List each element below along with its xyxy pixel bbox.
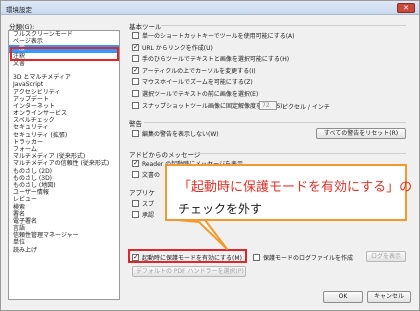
- reset-warnings-button[interactable]: すべての警告をリセット(R): [316, 128, 406, 139]
- category-item[interactable]: 注釈: [9, 53, 119, 60]
- splash-label: スプ: [142, 201, 155, 208]
- category-item[interactable]: インターネット: [9, 103, 119, 110]
- basic-tool-option-label: アーティクルの上でカーソルを変更する(I): [142, 68, 256, 75]
- basic-tool-option-label: URL からリンクを作成(U): [142, 45, 213, 52]
- default-pdf-handler-button[interactable]: デフォルトの PDF ハンドラーを選択(P): [132, 266, 246, 277]
- no-edit-warnings-label: 編集の警告を表示しない(W): [142, 131, 219, 138]
- resolution-unit-label: ピクセル / インチ: [282, 104, 330, 111]
- basic-tool-option-row[interactable]: URL からリンクを作成(U): [132, 43, 213, 52]
- protected-log-label: 保護モードのログファイルを作成: [263, 255, 354, 262]
- document-message-checkbox[interactable]: [132, 171, 139, 178]
- cancel-button[interactable]: キャンセル: [367, 291, 411, 303]
- category-item[interactable]: マルチメディアの信頼性 (従来形式): [9, 160, 119, 167]
- approval-checkbox[interactable]: [132, 211, 139, 218]
- category-item[interactable]: JavaScript: [9, 81, 119, 88]
- category-item[interactable]: 信頼性管理マネージャー: [9, 232, 119, 239]
- category-item[interactable]: セキュリティ: [9, 124, 119, 131]
- view-log-button[interactable]: ログを表示: [366, 251, 406, 262]
- document-message-checkbox-row[interactable]: 文書の: [132, 170, 160, 179]
- category-item[interactable]: レビュー: [9, 196, 119, 203]
- no-edit-warnings-checkbox[interactable]: [132, 130, 139, 137]
- basic-tool-option-label: マウスホイールでズームを可能にする(Z): [142, 79, 253, 86]
- categories-list[interactable]: フルスクリーンモード ページ表示 一般 注釈 文書 3D とマルチメディア JavaScri…: [8, 30, 120, 300]
- no-edit-warnings-checkbox-row[interactable]: 編集の警告を表示しない(W): [132, 129, 219, 138]
- splash-checkbox[interactable]: [132, 200, 139, 207]
- basic-tool-option-row[interactable]: 手のひらツールでテキストと画像を選択可能にする(H): [132, 54, 289, 63]
- category-item[interactable]: 単位: [9, 239, 119, 246]
- resolution-input[interactable]: 72: [259, 101, 277, 110]
- basic-tool-option-row[interactable]: マウスホイールでズームを可能にする(Z): [132, 77, 253, 86]
- basic-tool-option-checkbox[interactable]: [132, 78, 139, 85]
- basic-tool-option-label: 単一のショートカットキーでツールを使用可能にする(A): [142, 33, 295, 40]
- warnings-divider: [144, 122, 406, 123]
- category-item[interactable]: 文書: [9, 60, 119, 67]
- document-message-label: 文書の: [142, 172, 161, 179]
- category-item[interactable]: 一般: [9, 45, 119, 53]
- approval-checkbox-row[interactable]: 承認: [132, 210, 154, 219]
- category-item[interactable]: 署名: [9, 211, 119, 218]
- window-title: 環境設定: [6, 6, 32, 14]
- adobe-messages-group-title: アドビからのメッセージ: [129, 151, 201, 159]
- basic-tool-option-row[interactable]: 選択ツールでテキストの前に画像を選択(E): [132, 89, 258, 98]
- category-item[interactable]: ものさし (3D): [9, 175, 119, 182]
- close-icon[interactable]: ✕: [397, 3, 415, 13]
- basic-tool-option-checkbox[interactable]: [132, 55, 139, 62]
- basic-tool-option-checkbox[interactable]: [132, 66, 139, 74]
- basic-tool-option-label: 手のひらツールでテキストと画像を選択可能にする(H): [142, 56, 290, 63]
- category-item[interactable]: 3D とマルチメディア: [9, 74, 119, 81]
- basic-tool-option-checkbox[interactable]: [132, 43, 139, 51]
- category-item[interactable]: 検索: [9, 204, 119, 211]
- ok-button[interactable]: OK: [323, 291, 363, 303]
- basic-tool-option-row[interactable]: 単一のショートカットキーでツールを使用可能にする(A): [132, 31, 295, 40]
- protected-log-checkbox[interactable]: [253, 254, 260, 261]
- app-startup-group-title: アプリケ: [129, 189, 155, 197]
- category-item[interactable]: 電子署名: [9, 218, 119, 225]
- category-item[interactable]: 読み上げ: [9, 247, 119, 254]
- basic-tools-group-title: 基本ツール: [129, 23, 162, 31]
- category-item[interactable]: ものさし (2D): [9, 168, 119, 175]
- category-item[interactable]: アップデート: [9, 96, 119, 103]
- category-item[interactable]: アクセシビリティ: [9, 89, 119, 96]
- annotation-callout: 「起動時に保護モードを有効にする」の チェックを外す: [165, 164, 412, 221]
- category-item[interactable]: ページ表示: [9, 38, 119, 45]
- callout-line2: チェックを外す: [178, 202, 263, 216]
- basic-tools-divider: [161, 25, 406, 26]
- basic-tool-option-label: 選択ツールでテキストの前に画像を選択(E): [142, 91, 259, 98]
- basic-tool-option-checkbox[interactable]: [132, 102, 139, 109]
- protected-log-checkbox-row[interactable]: 保護モードのログファイルを作成: [253, 253, 353, 262]
- basic-tool-option-checkbox[interactable]: [132, 90, 139, 97]
- basic-tool-option-checkbox[interactable]: [132, 32, 139, 39]
- preferences-dialog: 環境設定 ✕ 分類(G): フルスクリーンモード ページ表示 一般 注釈 文書 3D とマ…: [0, 0, 420, 311]
- basic-tool-option-row[interactable]: アーティクルの上でカーソルを変更する(I): [132, 66, 256, 75]
- splash-checkbox-row[interactable]: スプ: [132, 199, 154, 208]
- callout-line1: 「起動時に保護モードを有効にする」の: [178, 180, 413, 195]
- adobe-messages-divider: [193, 153, 406, 154]
- category-item[interactable]: トラッカー: [9, 139, 119, 146]
- warnings-group-title: 警告: [129, 120, 142, 128]
- protected-mode-highlight-frame: [128, 249, 247, 263]
- approval-label: 承認: [142, 212, 155, 219]
- category-item[interactable]: オンラインサービス: [9, 110, 119, 117]
- category-item[interactable]: スペルチェック: [9, 117, 119, 124]
- category-item[interactable]: セキュリティ (拡張): [9, 132, 119, 139]
- startup-message-checkbox[interactable]: [132, 159, 139, 167]
- title-bar: 環境設定 ✕: [1, 1, 419, 15]
